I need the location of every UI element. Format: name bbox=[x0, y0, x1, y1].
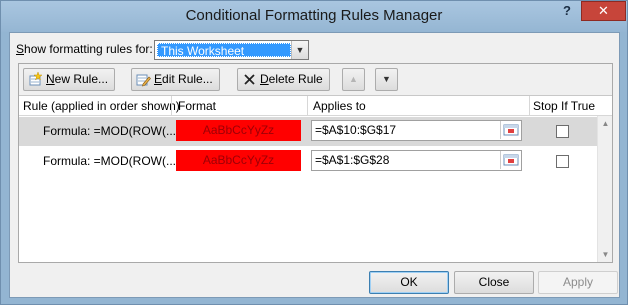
column-divider bbox=[307, 96, 308, 116]
apply-button[interactable]: Apply bbox=[538, 271, 618, 294]
rules-manager-dialog: Conditional Formatting Rules Manager ? ✕… bbox=[0, 0, 628, 305]
delete-rule-button[interactable]: Delete Rule bbox=[237, 68, 330, 91]
scroll-up-icon[interactable]: ▲ bbox=[598, 116, 613, 131]
chevron-down-icon[interactable]: ▼ bbox=[291, 41, 308, 59]
rule-description: Formula: =MOD(ROW(... bbox=[43, 154, 177, 168]
new-rule-button[interactable]: New Rule... bbox=[23, 68, 116, 91]
rule-row[interactable]: Formula: =MOD(ROW(... AaBbCcYyZz =$A$1:$… bbox=[19, 147, 597, 176]
range-picker-icon bbox=[503, 124, 519, 136]
edit-rule-hotkey: E bbox=[154, 72, 163, 86]
stop-if-true-checkbox[interactable] bbox=[556, 125, 569, 138]
edit-rule-button[interactable]: Edit Rule... bbox=[131, 68, 220, 91]
close-button[interactable]: Close bbox=[454, 271, 534, 294]
rules-grid-header: Rule (applied in order shown) Format App… bbox=[19, 96, 612, 116]
scope-dropdown[interactable]: This Worksheet ▼ bbox=[154, 40, 309, 60]
rules-scrollbar[interactable]: ▲ ▼ bbox=[597, 116, 612, 262]
column-format: Format bbox=[178, 99, 217, 113]
arrow-down-icon: ▼ bbox=[382, 74, 391, 84]
new-rule-hotkey: N bbox=[46, 72, 55, 86]
range-selector-button[interactable] bbox=[500, 121, 520, 139]
range-selector-button[interactable] bbox=[500, 151, 520, 169]
edit-rule-label: dit Rule... bbox=[162, 72, 213, 86]
rules-panel: New Rule... Edit Rule... Delete Rule ▲ ▼… bbox=[18, 63, 613, 263]
applies-to-input[interactable]: =$A$10:$G$17 bbox=[311, 120, 522, 141]
scroll-down-icon[interactable]: ▼ bbox=[598, 247, 613, 262]
format-preview: AaBbCcYyZz bbox=[176, 120, 301, 141]
close-window-button[interactable]: ✕ bbox=[581, 1, 626, 21]
move-up-button[interactable]: ▲ bbox=[342, 68, 365, 91]
rules-toolbar: New Rule... Edit Rule... Delete Rule ▲ ▼ bbox=[19, 64, 612, 96]
edit-rule-icon bbox=[136, 74, 151, 87]
stop-if-true-checkbox[interactable] bbox=[556, 155, 569, 168]
arrow-up-icon: ▲ bbox=[349, 74, 358, 84]
scope-label: Show formatting rules for: bbox=[16, 42, 153, 56]
range-picker-icon bbox=[503, 154, 519, 166]
delete-rule-hotkey: D bbox=[260, 72, 269, 86]
applies-to-input[interactable]: =$A$1:$G$28 bbox=[311, 150, 522, 171]
column-divider bbox=[171, 96, 172, 116]
move-down-button[interactable]: ▼ bbox=[375, 68, 398, 91]
rule-row[interactable]: Formula: =MOD(ROW(... AaBbCcYyZz =$A$10:… bbox=[19, 117, 597, 146]
scope-label-hotkey: S bbox=[16, 42, 25, 56]
dialog-title: Conditional Formatting Rules Manager bbox=[185, 7, 443, 24]
rule-description: Formula: =MOD(ROW(... bbox=[43, 124, 177, 138]
column-divider bbox=[529, 96, 530, 116]
new-rule-label: ew Rule... bbox=[54, 72, 109, 86]
delete-x-icon bbox=[244, 74, 255, 85]
scope-label-text: how formatting rules for: bbox=[24, 42, 153, 56]
delete-rule-label: elete Rule bbox=[268, 72, 323, 86]
title-bar[interactable]: Conditional Formatting Rules Manager ? ✕ bbox=[1, 1, 627, 32]
column-rule: Rule (applied in order shown) bbox=[23, 99, 180, 113]
dialog-body: Show formatting rules for: This Workshee… bbox=[9, 32, 620, 298]
ok-button[interactable]: OK bbox=[369, 271, 449, 294]
column-stop-if-true: Stop If True bbox=[533, 99, 596, 113]
new-rule-icon bbox=[29, 72, 43, 86]
format-preview: AaBbCcYyZz bbox=[176, 150, 301, 171]
help-button[interactable]: ? bbox=[554, 1, 580, 21]
column-applies-to: Applies to bbox=[313, 99, 366, 113]
scope-dropdown-value: This Worksheet bbox=[157, 43, 291, 57]
